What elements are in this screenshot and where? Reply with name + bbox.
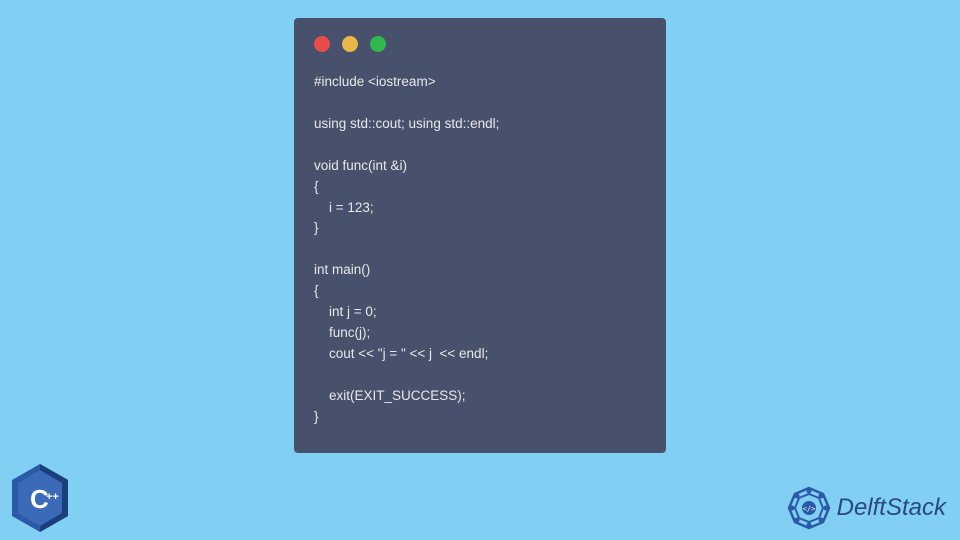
close-icon <box>314 36 330 52</box>
code-block: #include <iostream> using std::cout; usi… <box>314 72 646 428</box>
minimize-icon <box>342 36 358 52</box>
cpp-logo-icon: C ++ <box>8 462 72 534</box>
brand-name: DelftStack <box>837 494 946 522</box>
code-window: #include <iostream> using std::cout; usi… <box>294 18 666 453</box>
svg-text:</>: </> <box>802 505 815 513</box>
maximize-icon <box>370 36 386 52</box>
window-controls <box>314 36 646 52</box>
svg-text:++: ++ <box>46 491 59 503</box>
brand: </> DelftStack <box>787 486 946 530</box>
brand-logo-icon: </> <box>787 486 831 530</box>
